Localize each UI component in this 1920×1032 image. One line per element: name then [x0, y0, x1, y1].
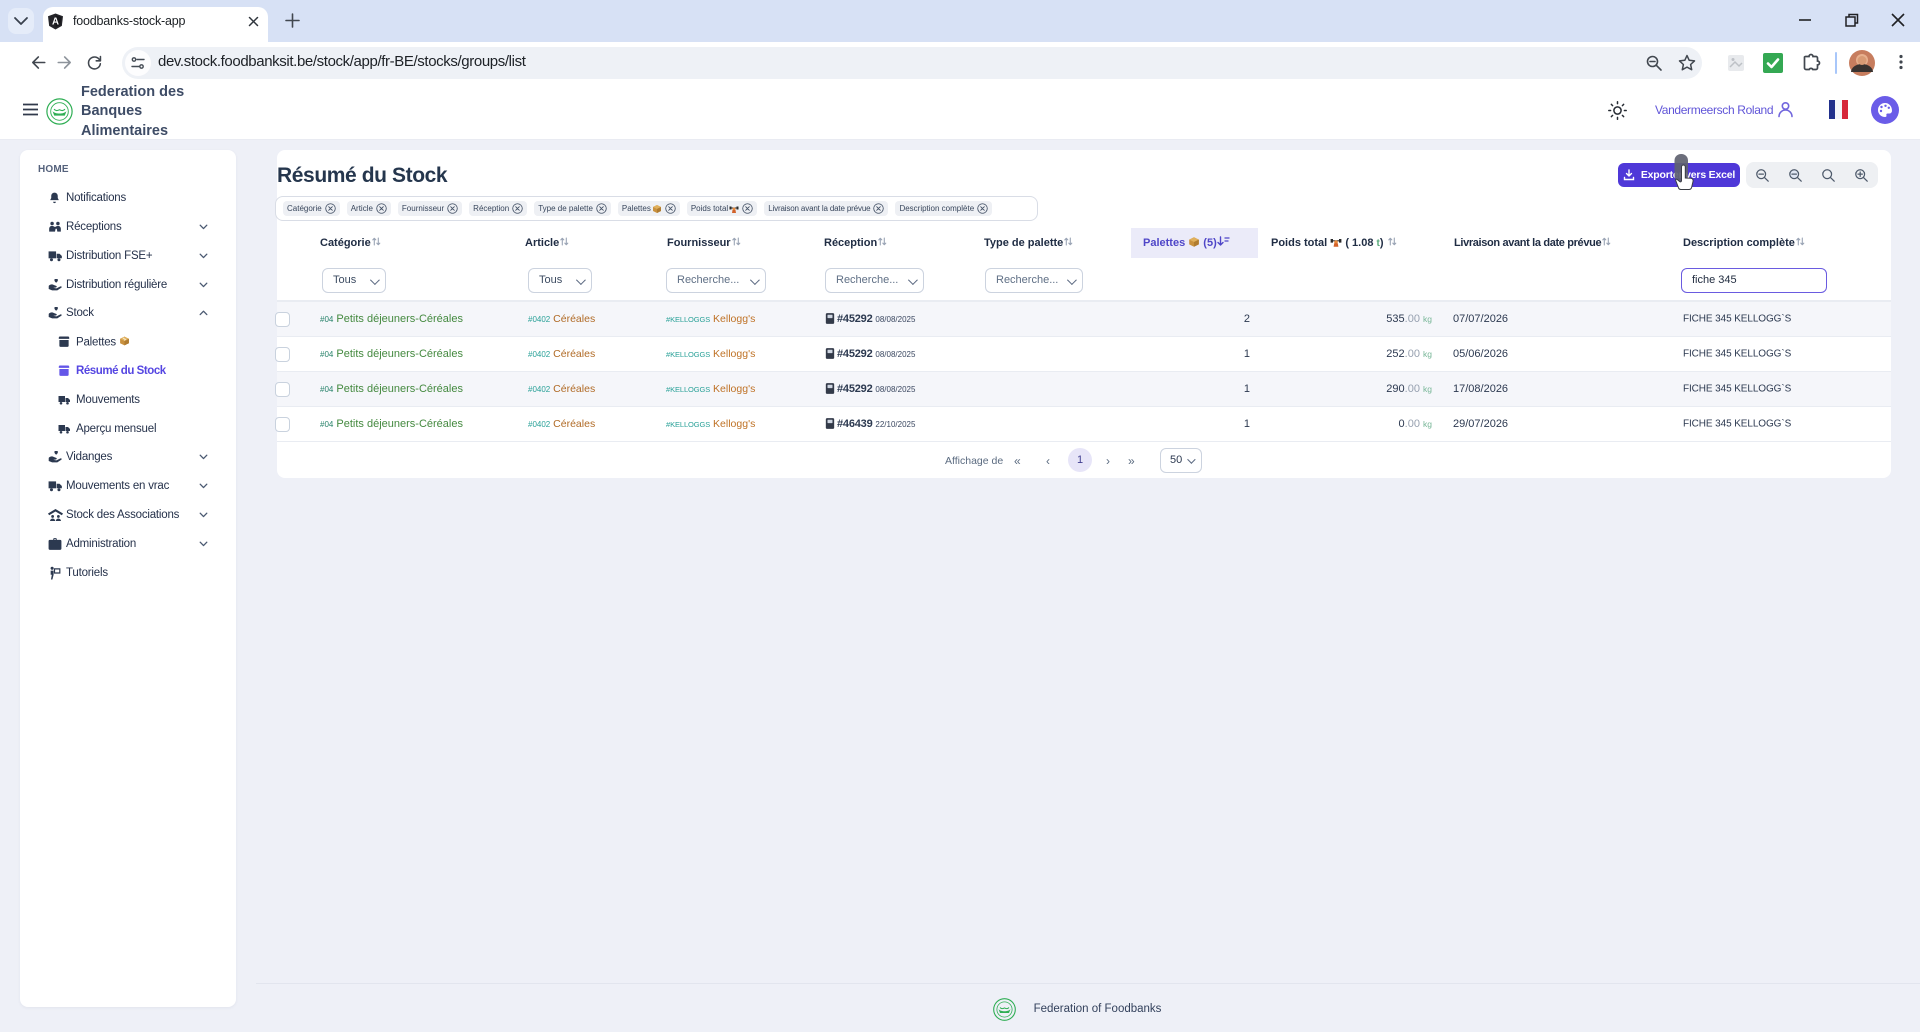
svg-text:A: A: [52, 17, 59, 28]
